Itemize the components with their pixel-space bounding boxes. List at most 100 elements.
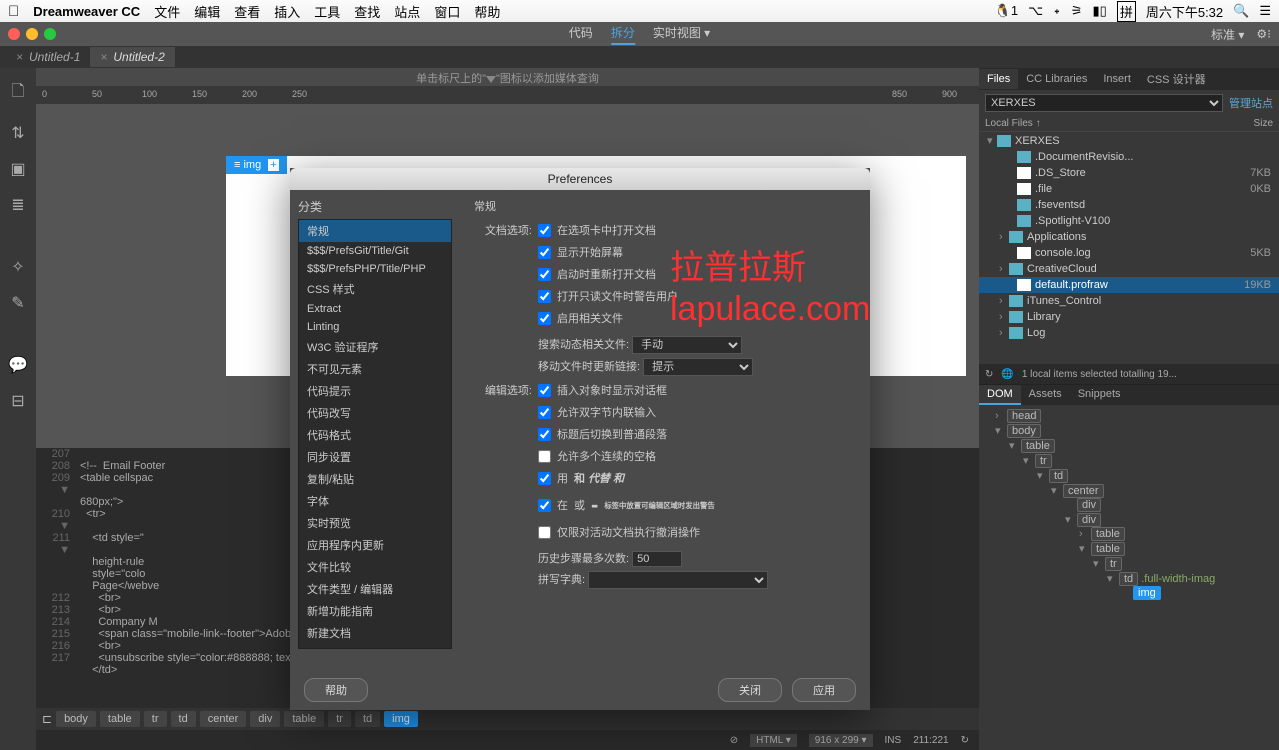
dom-node[interactable]: img <box>979 586 1279 600</box>
tool-collapse-icon[interactable]: ⊟ <box>11 391 24 411</box>
category-item[interactable]: 代码改写 <box>299 402 451 424</box>
tab-untitled-2[interactable]: ×Untitled-2 <box>90 47 174 67</box>
menu-tools[interactable]: 工具 <box>314 2 340 21</box>
file-row[interactable]: ›CreativeCloud <box>979 261 1279 277</box>
pref-checkbox[interactable]: 启用相关文件 <box>538 310 856 326</box>
dom-node[interactable]: ▾tr <box>979 556 1279 571</box>
tab-untitled-1[interactable]: ×Untitled-1 <box>6 47 90 67</box>
dom-node[interactable]: div <box>979 498 1279 512</box>
col-name[interactable]: Local Files ↑ <box>985 118 1254 129</box>
tab-css-designer[interactable]: CSS 设计器 <box>1139 67 1214 91</box>
tool-comment-icon[interactable]: 💬 <box>8 355 28 375</box>
menu-insert[interactable]: 插入 <box>274 2 300 21</box>
apple-menu-icon[interactable]:  <box>8 3 19 20</box>
refresh-icon[interactable]: ↻ <box>985 369 993 380</box>
ruler[interactable]: 050100150200250850900 <box>36 86 979 104</box>
breadcrumb-table[interactable]: table <box>284 711 324 727</box>
category-item[interactable]: CSS 样式 <box>299 278 451 300</box>
category-item[interactable]: 代码格式 <box>299 424 451 446</box>
plus-icon[interactable]: + <box>268 159 278 171</box>
dom-node[interactable]: ▾td .full-width-imag <box>979 571 1279 586</box>
help-button[interactable]: 帮助 <box>304 678 368 702</box>
dom-node[interactable]: ▾td <box>979 468 1279 483</box>
dom-node[interactable]: ▾div <box>979 512 1279 527</box>
status-wifi-icon[interactable]: ⚞ <box>1071 3 1083 19</box>
close-window-icon[interactable] <box>8 28 20 40</box>
category-item[interactable]: 新增功能指南 <box>299 600 451 622</box>
menu-window[interactable]: 窗口 <box>434 2 460 21</box>
dom-node[interactable]: ▾table <box>979 541 1279 556</box>
fullscreen-window-icon[interactable] <box>44 28 56 40</box>
menu-file[interactable]: 文件 <box>154 2 180 21</box>
tool-wand-icon[interactable]: ✧ <box>11 257 24 277</box>
status-bluetooth-icon[interactable]: ᛭ <box>1053 4 1061 19</box>
search-related-select[interactable]: 手动 <box>632 336 742 354</box>
settings-icon[interactable]: ⚙⁝ <box>1256 27 1271 41</box>
file-row[interactable]: .DocumentRevisio... <box>979 149 1279 165</box>
tab-assets[interactable]: Assets <box>1021 385 1070 405</box>
category-item[interactable]: 新建文档 <box>299 622 451 644</box>
category-item[interactable]: 常规 <box>299 220 451 242</box>
close-button[interactable]: 关闭 <box>718 678 782 702</box>
dom-node[interactable]: ▾tr <box>979 453 1279 468</box>
pref-checkbox[interactable]: 用 和 代替 和 <box>538 470 856 486</box>
app-name[interactable]: Dreamweaver CC <box>33 4 140 19</box>
close-icon[interactable]: × <box>100 50 107 64</box>
file-row[interactable]: ›Library <box>979 309 1279 325</box>
file-row[interactable]: ›Log <box>979 325 1279 341</box>
status-live-icon[interactable]: ↻ <box>961 735 969 746</box>
category-item[interactable]: Linting <box>299 318 451 336</box>
dom-tree[interactable]: ›head▾body▾table▾tr▾td▾centerdiv▾div›tab… <box>979 405 1279 604</box>
category-item[interactable]: W3C 验证程序 <box>299 336 451 358</box>
tool-indent-icon[interactable]: ≣ <box>11 195 24 215</box>
pref-checkbox[interactable]: 显示开始屏幕 <box>538 244 856 260</box>
menu-edit[interactable]: 编辑 <box>194 2 220 21</box>
breadcrumb-body[interactable]: body <box>56 711 96 727</box>
status-size[interactable]: 916 x 299 ▾ <box>809 734 873 747</box>
category-item[interactable]: 标记色彩 <box>299 644 451 649</box>
menu-help[interactable]: 帮助 <box>474 2 500 21</box>
menu-find[interactable]: 查找 <box>354 2 380 21</box>
category-item[interactable]: 复制/粘贴 <box>299 468 451 490</box>
tool-file-icon[interactable]: 🗋 <box>12 80 25 107</box>
tab-insert[interactable]: Insert <box>1095 69 1139 89</box>
file-row[interactable]: ▾XERXES <box>979 132 1279 149</box>
status-ime-icon[interactable]: 拼 <box>1117 1 1136 22</box>
status-menu-icon[interactable]: ☰ <box>1259 3 1271 19</box>
file-row[interactable]: console.log5KB <box>979 245 1279 261</box>
category-list[interactable]: 常规$$$/PrefsGit/Title/Git$$$/PrefsPHP/Tit… <box>298 219 452 649</box>
manage-site-link[interactable]: 管理站点 <box>1229 95 1273 111</box>
tab-snippets[interactable]: Snippets <box>1070 385 1129 405</box>
breadcrumb-td[interactable]: td <box>171 711 196 727</box>
breadcrumb-tr[interactable]: tr <box>144 711 167 727</box>
file-row[interactable]: .file0KB <box>979 181 1279 197</box>
breadcrumb-tr[interactable]: tr <box>328 711 351 727</box>
breadcrumb-handle-icon[interactable]: ⊏ <box>42 712 52 726</box>
globe-icon[interactable]: 🌐 <box>1001 369 1013 380</box>
menu-site[interactable]: 站点 <box>394 2 420 21</box>
category-item[interactable]: 不可见元素 <box>299 358 451 380</box>
status-battery-icon[interactable]: ▮▯ <box>1093 3 1107 19</box>
element-selector-badge[interactable]: ≡ img + <box>226 156 287 174</box>
dom-node[interactable]: ▾table <box>979 438 1279 453</box>
category-item[interactable]: Extract <box>299 300 451 318</box>
status-clock[interactable]: 周六下午5:32 <box>1146 2 1223 21</box>
close-icon[interactable]: × <box>16 50 23 64</box>
view-live[interactable]: 实时视图 ▾ <box>653 24 710 45</box>
tab-dom[interactable]: DOM <box>979 385 1021 405</box>
view-split[interactable]: 拆分 <box>611 24 635 45</box>
pref-checkbox[interactable]: 允许双字节内联输入 <box>538 404 856 420</box>
pref-checkbox[interactable]: 在 或 - 标签中放置可编辑区域时发出警告 <box>538 492 856 518</box>
dom-node[interactable]: ›head <box>979 409 1279 423</box>
file-row[interactable]: default.profraw19KB <box>979 277 1279 293</box>
pref-checkbox[interactable]: 打开只读文件时警告用户 <box>538 288 856 304</box>
minimize-window-icon[interactable] <box>26 28 38 40</box>
error-icon[interactable]: ⊘ <box>730 735 738 746</box>
category-item[interactable]: $$$/PrefsGit/Title/Git <box>299 242 451 260</box>
breadcrumb-img[interactable]: img <box>384 711 418 727</box>
spell-dict-select[interactable] <box>588 571 768 589</box>
tab-cc-libraries[interactable]: CC Libraries <box>1018 69 1095 89</box>
category-item[interactable]: 文件类型 / 编辑器 <box>299 578 451 600</box>
status-display-icon[interactable]: ⌥ <box>1028 3 1043 19</box>
category-item[interactable]: 代码提示 <box>299 380 451 402</box>
